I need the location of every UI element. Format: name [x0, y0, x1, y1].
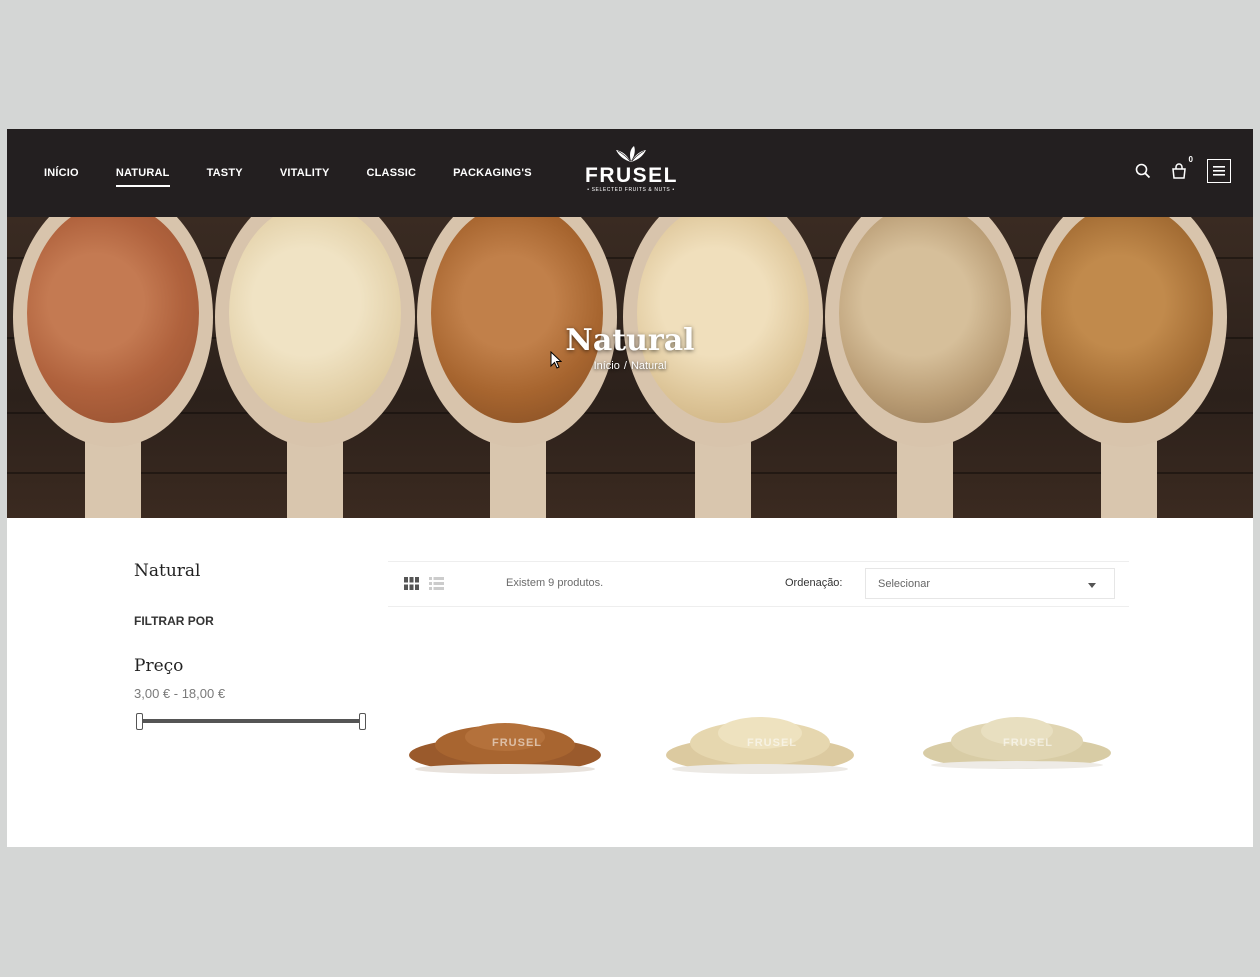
page: INÍCIO NATURAL TASTY VITALITY CLASSIC PA…	[7, 129, 1253, 847]
nav-natural[interactable]: NATURAL	[115, 161, 170, 187]
menu-icon[interactable]	[1207, 159, 1231, 183]
price-filter-title: Preço	[134, 656, 184, 676]
grid-view-icon[interactable]	[404, 577, 419, 590]
breadcrumb-current: Natural	[630, 360, 667, 372]
category-title: Natural	[134, 561, 201, 581]
chevron-down-icon	[1088, 583, 1096, 588]
mouse-cursor-icon	[550, 351, 562, 369]
site-header: INÍCIO NATURAL TASTY VITALITY CLASSIC PA…	[7, 129, 1253, 217]
breadcrumb-home[interactable]: Início	[594, 360, 620, 372]
sort-label: Ordenação:	[785, 577, 843, 589]
hero-banner: Natural Início / Natural	[7, 217, 1253, 518]
product-watermark: FRUSEL	[747, 737, 797, 749]
product-card[interactable]: FRUSEL	[392, 629, 642, 847]
header-actions: 0	[1119, 155, 1231, 183]
main-nav: INÍCIO NATURAL TASTY VITALITY CLASSIC PA…	[44, 129, 569, 217]
cart-count-badge: 0	[1188, 155, 1193, 164]
cart-icon[interactable]: 0	[1167, 155, 1193, 183]
breadcrumb-separator: /	[623, 360, 627, 372]
search-icon[interactable]	[1131, 159, 1155, 183]
logo-brand: FRUSEL	[585, 164, 678, 187]
nav-classic[interactable]: CLASSIC	[366, 161, 416, 185]
product-count: Existem 9 produtos.	[506, 577, 604, 589]
site-logo[interactable]: FRUSEL • SELECTED FRUITS & NUTS •	[585, 145, 677, 201]
price-slider-min-handle[interactable]	[136, 713, 143, 730]
sort-select[interactable]: Selecionar	[865, 568, 1115, 599]
price-slider[interactable]	[136, 712, 366, 730]
product-card[interactable]: FRUSEL	[647, 629, 897, 847]
price-slider-track	[136, 719, 366, 723]
nav-vitality[interactable]: VITALITY	[280, 161, 330, 185]
leaf-logo-icon	[616, 146, 646, 162]
sort-select-value: Selecionar	[878, 578, 930, 590]
logo-tagline: • SELECTED FRUITS & NUTS •	[587, 187, 675, 193]
nav-packagings[interactable]: PACKAGING'S	[453, 161, 532, 185]
filter-heading: FILTRAR POR	[134, 614, 214, 628]
product-watermark: FRUSEL	[492, 737, 542, 749]
products-toolbar: Existem 9 produtos. Ordenação: Seleciona…	[388, 561, 1129, 607]
page-title: Natural	[565, 323, 695, 358]
product-card[interactable]: FRUSEL	[903, 629, 1153, 847]
price-range-text: 3,00 € - 18,00 €	[134, 686, 226, 701]
price-slider-max-handle[interactable]	[359, 713, 366, 730]
list-view-icon[interactable]	[429, 577, 444, 590]
product-watermark: FRUSEL	[1003, 737, 1053, 749]
breadcrumb: Início / Natural	[7, 360, 1253, 372]
nav-tasty[interactable]: TASTY	[207, 161, 243, 185]
nav-inicio[interactable]: INÍCIO	[44, 161, 79, 185]
